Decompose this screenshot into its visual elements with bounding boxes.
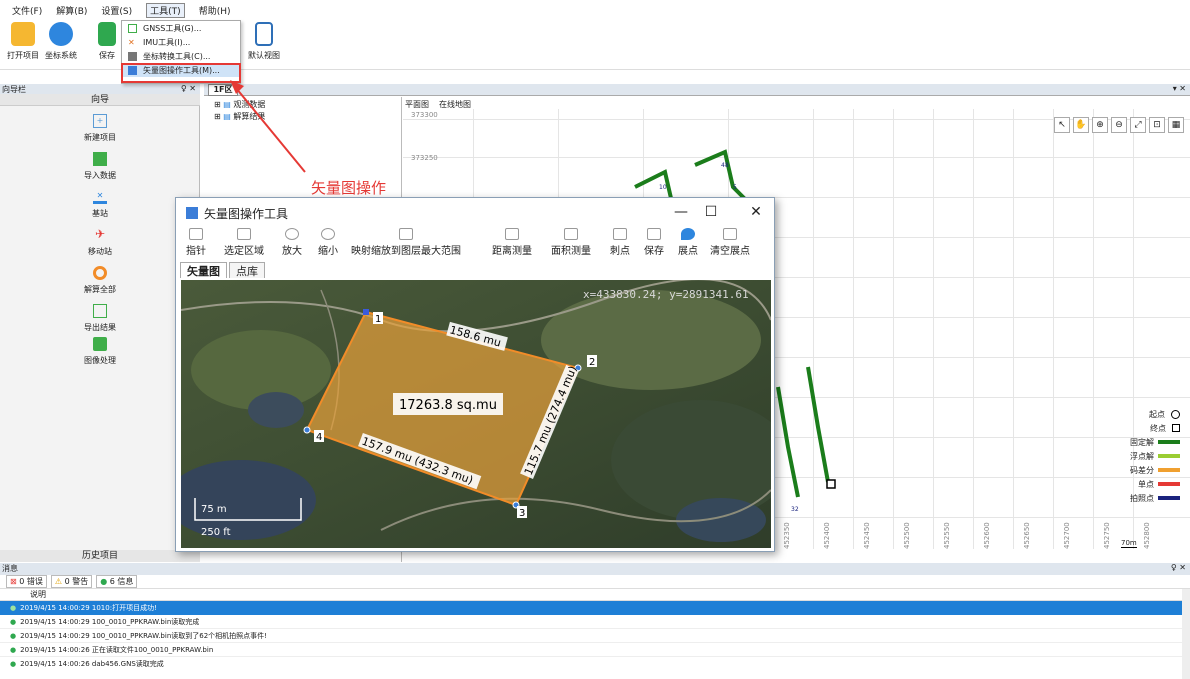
select-area-icon	[237, 228, 251, 240]
zoom-out-button[interactable]: 缩小	[318, 228, 338, 257]
select-area-button[interactable]: 选定区域	[224, 228, 264, 257]
pin-icon	[681, 228, 695, 240]
message-filter-bar: ⊠ 0 错误 ⚠ 0 警告 ● 6 信息	[0, 575, 1190, 589]
floppy-icon	[647, 228, 661, 240]
dialog-save-label: 保存	[644, 246, 664, 257]
warnings-filter[interactable]: ⚠ 0 警告	[50, 575, 93, 588]
distance-measure-button[interactable]: 距离测量	[492, 228, 532, 257]
tab-point-library[interactable]: 点库	[229, 262, 265, 278]
polygon-area-label: 17263.8 sq.mu	[399, 398, 497, 413]
dialog-title: 矢量图操作工具	[204, 206, 289, 221]
tab-vector-map[interactable]: 矢量图	[180, 262, 227, 278]
message-text: 2019/4/15 14:00:26 dab456.GNS读取完成	[20, 660, 164, 668]
message-row[interactable]: ● 2019/4/15 14:00:29 100_0010_PPKRAW.bin读…	[0, 615, 1190, 629]
prick-point-button[interactable]: 刺点	[610, 228, 630, 257]
errors-filter[interactable]: ⊠ 0 错误	[6, 575, 47, 588]
area-icon	[564, 228, 578, 240]
prick-label: 刺点	[610, 246, 630, 257]
vertex-label: 4	[316, 432, 322, 443]
minimize-button[interactable]: —	[666, 204, 696, 220]
message-row[interactable]: ● 2019/4/15 14:00:29 100_0010_PPKRAW.bin读…	[0, 629, 1190, 643]
select-area-label: 选定区域	[224, 246, 264, 257]
info-icon: ●	[10, 604, 17, 612]
message-text: 2019/4/15 14:00:29 1010:打开项目成功!	[20, 604, 157, 612]
message-text: 2019/4/15 14:00:26 正在读取文件100_0010_PPKRAW…	[20, 645, 214, 654]
annotation-label: 矢量图操作	[311, 179, 387, 197]
close-button[interactable]: ✕	[741, 204, 771, 220]
messages-scrollbar[interactable]	[1182, 589, 1190, 679]
area-measure-button[interactable]: 面积测量	[551, 228, 591, 257]
message-text: 2019/4/15 14:00:29 100_0010_PPKRAW.bin读取…	[20, 631, 267, 640]
pointer-button[interactable]: 指针	[186, 228, 206, 257]
pointer-label: 指针	[186, 246, 206, 257]
messages-title: 消息	[2, 564, 18, 573]
vector-app-icon	[186, 207, 198, 219]
zoom-in-label: 放大	[282, 246, 302, 257]
vertex-label: 1	[375, 314, 381, 325]
satellite-map-view[interactable]: 1 2 3 4 17263.8 sq.mu 158.6 mu 115.7 mu …	[181, 280, 771, 548]
info-filter[interactable]: ● 6 信息	[96, 575, 138, 588]
scale-imperial: 250 ft	[201, 527, 231, 538]
zoom-in-icon	[285, 228, 299, 240]
info-icon: ●	[10, 660, 17, 668]
area-label: 面积测量	[551, 246, 591, 257]
vertex-label: 2	[589, 357, 595, 368]
message-text: 2019/4/15 14:00:29 100_0010_PPKRAW.bin读取…	[20, 617, 200, 626]
pointer-icon	[189, 228, 203, 240]
zoom-extent-label: 映射缩放到图层最大范围	[351, 246, 461, 257]
info-icon: ●	[10, 645, 17, 654]
clear-points-button[interactable]: 清空展点	[710, 228, 750, 257]
plot-points-label: 展点	[678, 246, 698, 257]
info-icon: ●	[10, 617, 17, 626]
vector-tool-dialog: 矢量图操作工具 — ☐ ✕ 指针 选定区域 放大 缩小 映射缩放到图层最大范围 …	[175, 197, 775, 552]
info-icon: ●	[10, 631, 17, 640]
info-label: 6 信息	[109, 577, 134, 586]
warning-icon: ⚠	[54, 577, 63, 586]
eraser-icon	[723, 228, 737, 240]
distance-label: 距离测量	[492, 246, 532, 257]
clear-points-label: 清空展点	[710, 246, 750, 257]
dialog-save-button[interactable]: 保存	[644, 228, 664, 257]
messages-panel: ⊠ 0 错误 ⚠ 0 警告 ● 6 信息 说明 ● 2019/4/15 14:00…	[0, 575, 1190, 679]
zoom-extent-icon	[399, 228, 413, 240]
cursor-coordinates: x=433830.24; y=2891341.61	[583, 288, 749, 301]
maximize-button[interactable]: ☐	[696, 204, 726, 220]
info-icon: ●	[100, 577, 108, 586]
warnings-label: 0 警告	[64, 577, 89, 586]
plot-points-button[interactable]: 展点	[678, 228, 698, 257]
dialog-toolbar: 指针 选定区域 放大 缩小 映射缩放到图层最大范围 距离测量 面积测量 刺点 保…	[176, 228, 776, 258]
messages-column-header: 说明	[0, 589, 1190, 601]
message-row[interactable]: ● 2019/4/15 14:00:26 正在读取文件100_0010_PPKRA…	[0, 643, 1190, 657]
zoom-in-button[interactable]: 放大	[282, 228, 302, 257]
messages-titlebar: 消息 ♀ ✕	[0, 563, 1190, 575]
scale-metric: 75 m	[201, 504, 227, 515]
message-row[interactable]: ● 2019/4/15 14:00:26 dab456.GNS读取完成	[0, 657, 1190, 671]
zoom-out-icon	[321, 228, 335, 240]
messages-pin-close[interactable]: ♀ ✕	[1171, 563, 1186, 572]
vertex-label: 3	[519, 508, 525, 519]
message-row[interactable]: ● 2019/4/15 14:00:29 1010:打开项目成功!	[0, 601, 1190, 615]
error-icon: ⊠	[10, 577, 17, 586]
zoom-to-extent-button[interactable]: 映射缩放到图层最大范围	[351, 228, 461, 257]
zoom-out-label: 缩小	[318, 246, 338, 257]
errors-label: 0 错误	[19, 577, 43, 586]
ruler-icon	[505, 228, 519, 240]
prick-icon	[613, 228, 627, 240]
dialog-tabs: 矢量图 点库	[180, 262, 267, 278]
